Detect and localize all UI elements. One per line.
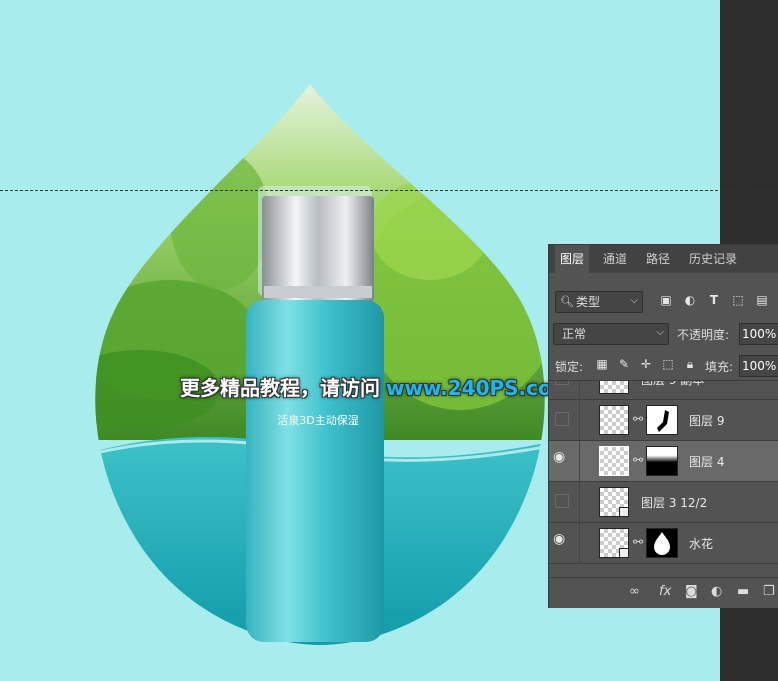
layer-thumbnail (599, 381, 629, 394)
divider (579, 523, 580, 563)
layer-mask-thumbnail[interactable] (646, 528, 678, 558)
layer-row[interactable]: 图层 9 副本 (549, 381, 778, 400)
panel-tabs: 图层 通道 路径 历史记录 (549, 245, 778, 273)
opacity-input[interactable]: 100% (739, 323, 778, 345)
filter-kind-select[interactable]: 🔍︎ 类型 ⌵ (555, 291, 643, 313)
layer-mask-thumbnail[interactable] (646, 405, 678, 435)
fill-input[interactable]: 100% (739, 355, 778, 377)
layer-mask-thumbnail[interactable] (646, 446, 678, 476)
opacity-label: 不透明度: (677, 328, 730, 342)
watermark-url: www.240PS.com (386, 376, 573, 400)
layer-name[interactable]: 图层 3 12/2 (641, 494, 707, 511)
image-filter-icon[interactable]: ▣ (659, 293, 673, 307)
lock-pixels-brush-icon[interactable]: ✎ (617, 357, 631, 371)
layer-name[interactable]: 图层 4 (689, 453, 724, 470)
eye-icon: ◉ (553, 531, 566, 547)
layer-thumbnail (599, 446, 629, 476)
layers-panel: 图层 通道 路径 历史记录 🔍︎ 类型 ⌵ ▣ ◐ T ⬚ ▤ 正常 ⌵ 不透明… (548, 244, 778, 608)
divider (579, 381, 580, 399)
layers-list: 图层 9 副本 ⚯ 图层 9 ◉ ⚯ 图层 4 图层 3 12/2 ◉ ⚯ 水花 (549, 380, 778, 576)
marquee-selection-edge (0, 190, 778, 191)
layer-thumbnail (599, 405, 629, 435)
panel-footer: ∞ fx ◙ ◐ ▬ ❐ (549, 577, 778, 608)
bottle-label: 活泉3D主动保湿 (277, 413, 358, 427)
tab-channels[interactable]: 通道 (595, 245, 635, 273)
divider (579, 482, 580, 522)
watermark: 更多精品教程，请访问 www.240PS.com (180, 372, 573, 401)
drop-mask-icon (654, 532, 670, 555)
layer-name[interactable]: 水花 (689, 535, 713, 552)
lock-position-move-icon[interactable]: ✛ (639, 357, 653, 371)
new-group-icon[interactable]: ▬ (737, 584, 749, 599)
adjustment-filter-icon[interactable]: ◐ (683, 293, 697, 307)
smart-object-badge-icon (619, 548, 629, 558)
divider (579, 400, 580, 440)
mask-shape-icon (657, 410, 669, 432)
visibility-toggle[interactable]: ◉ (553, 449, 569, 467)
smart-object-filter-icon[interactable]: ▤ (755, 293, 769, 307)
lock-row: 锁定: ▦ ✎ ✛ ⬚ 🔒︎ 填充: 100% (549, 355, 778, 377)
chevron-down-icon: ⌵ (630, 295, 638, 306)
add-mask-icon[interactable]: ◙ (685, 584, 698, 599)
visibility-toggle[interactable] (555, 494, 569, 508)
shape-filter-icon[interactable]: ⬚ (731, 293, 745, 307)
link-layers-icon[interactable]: ∞ (629, 584, 640, 599)
filter-kind-label: 类型 (576, 295, 601, 309)
layer-name[interactable]: 图层 9 副本 (641, 381, 704, 388)
visibility-toggle[interactable] (555, 412, 569, 426)
blend-row: 正常 ⌵ 不透明度: 100% (549, 323, 778, 347)
blend-mode-value: 正常 (562, 327, 587, 341)
smart-object-badge-icon (619, 507, 629, 517)
tab-history[interactable]: 历史记录 (683, 245, 743, 273)
mask-link-icon[interactable]: ⚯ (633, 453, 643, 467)
mask-link-icon[interactable]: ⚯ (633, 412, 643, 426)
layer-name[interactable]: 图层 9 (689, 412, 724, 429)
blend-mode-select[interactable]: 正常 ⌵ (553, 323, 669, 345)
visibility-toggle[interactable] (555, 381, 569, 385)
lock-artboard-icon[interactable]: ⬚ (661, 357, 675, 371)
lock-transparent-icon[interactable]: ▦ (595, 357, 609, 371)
fx-icon[interactable]: fx (659, 584, 671, 599)
filter-row: 🔍︎ 类型 ⌵ ▣ ◐ T ⬚ ▤ (549, 291, 778, 317)
layer-row[interactable]: ◉ ⚯ 水花 (549, 523, 778, 564)
lock-label: 锁定: (555, 360, 584, 374)
layer-row[interactable]: 图层 3 12/2 (549, 482, 778, 523)
type-filter-icon[interactable]: T (707, 293, 721, 307)
watermark-text: 更多精品教程，请访问 (180, 376, 380, 400)
tab-paths[interactable]: 路径 (641, 245, 675, 273)
layer-row[interactable]: ⚯ 图层 9 (549, 400, 778, 441)
new-layer-icon[interactable]: ❐ (763, 584, 775, 599)
eye-icon: ◉ (553, 449, 566, 465)
layer-row[interactable]: ◉ ⚯ 图层 4 (549, 441, 778, 482)
fill-label: 填充: (705, 360, 734, 374)
divider (579, 441, 580, 481)
tab-layers[interactable]: 图层 (555, 245, 589, 273)
lock-all-icon[interactable]: 🔒︎ (683, 357, 697, 371)
mask-link-icon[interactable]: ⚯ (633, 535, 643, 549)
new-adjustment-icon[interactable]: ◐ (711, 584, 722, 599)
chevron-down-icon: ⌵ (656, 327, 664, 338)
visibility-toggle[interactable]: ◉ (553, 531, 569, 549)
search-icon: 🔍︎ (560, 295, 574, 308)
